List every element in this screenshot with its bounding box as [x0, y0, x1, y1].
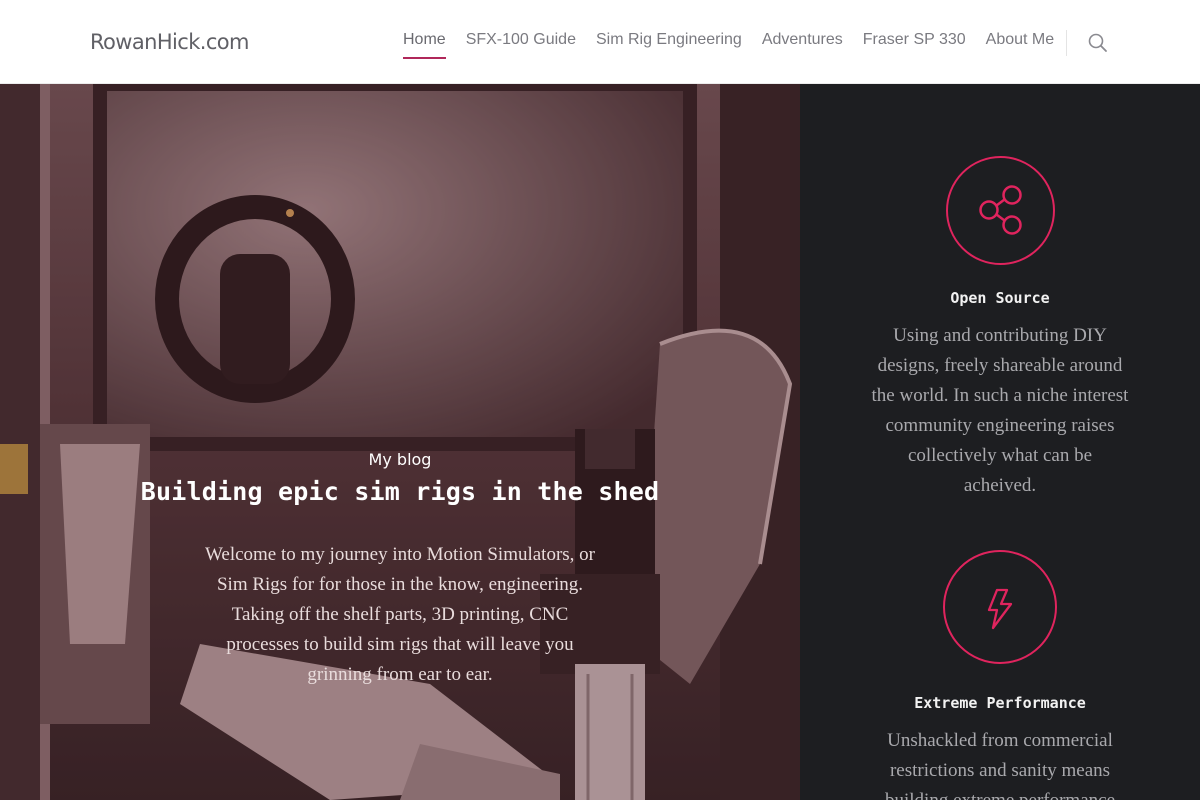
search-button[interactable] [1087, 32, 1109, 54]
hero-content: My blog Building epic sim rigs in the sh… [0, 450, 800, 690]
nav-fraser-sp-330[interactable]: Fraser SP 330 [863, 31, 966, 49]
nav-divider [1066, 30, 1067, 56]
site-logo[interactable]: RowanHick.com [90, 30, 250, 54]
nav-sfx-100-guide[interactable]: SFX-100 Guide [466, 31, 576, 49]
feature-extreme-performance: Extreme Performance Unshackled from comm… [800, 550, 1200, 800]
hero-eyebrow: My blog [368, 450, 432, 469]
feature-text: Using and contributing DIY designs, free… [871, 325, 1129, 496]
hero-overlay [0, 84, 800, 800]
feature-icon-circle [945, 156, 1055, 265]
feature-title: Extreme Performance [914, 694, 1086, 712]
site-header: RowanHick.com Home SFX-100 Guide Sim Rig… [0, 0, 1200, 84]
feature-text: Unshackled from commercial restrictions … [885, 730, 1115, 800]
nav-sim-rig-engineering[interactable]: Sim Rig Engineering [596, 31, 742, 49]
hero-section: My blog Building epic sim rigs in the sh… [0, 84, 800, 800]
hero-text: Welcome to my journey into Motion Simula… [204, 544, 596, 685]
features-panel: Open Source Using and contributing DIY d… [800, 84, 1200, 800]
search-icon [1088, 33, 1107, 52]
nav-about-me[interactable]: About Me [986, 31, 1054, 49]
feature-icon-circle [943, 550, 1057, 664]
nav-adventures[interactable]: Adventures [762, 31, 843, 49]
lightning-icon [987, 588, 1013, 630]
hero-title: Building epic sim rigs in the shed [140, 477, 660, 506]
nav-home[interactable]: Home [403, 31, 446, 59]
share-icon [978, 185, 1022, 235]
main-nav: Home SFX-100 Guide Sim Rig Engineering A… [403, 31, 1054, 59]
feature-open-source: Open Source Using and contributing DIY d… [800, 156, 1200, 501]
feature-title: Open Source [950, 289, 1050, 307]
